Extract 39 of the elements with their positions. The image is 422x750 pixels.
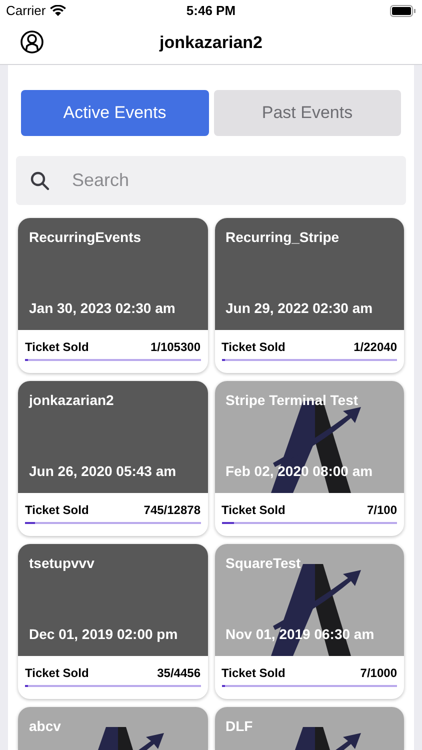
tickets-label: Ticket Sold — [25, 339, 89, 356]
tickets-count: 7/100 — [366, 502, 397, 519]
event-card[interactable]: jonkazarian2 Jun 26, 2020 05:43 am Ticket Sold 745/12878 — [18, 381, 208, 536]
event-title: RecurringEvents — [29, 229, 142, 246]
tickets-label: Ticket Sold — [222, 665, 286, 682]
nav-title: jonkazarian2 — [160, 32, 262, 54]
profile-icon[interactable] — [20, 30, 44, 54]
event-date: Dec 01, 2019 02:00 pm — [29, 626, 179, 643]
event-date: Jun 29, 2022 02:30 am — [226, 300, 374, 317]
event-card[interactable]: RecurringEvents Jan 30, 2023 02:30 am Ticket Sold 1/105300 — [18, 218, 208, 373]
status-time: 5:46 PM — [186, 2, 236, 20]
tickets-label: Ticket Sold — [25, 665, 89, 682]
tickets-count: 7/1000 — [360, 665, 397, 682]
event-title: Recurring_Stripe — [226, 229, 340, 246]
tickets-label: Ticket Sold — [222, 502, 286, 519]
search-icon — [30, 170, 50, 190]
tickets-count: 745/12878 — [144, 502, 200, 519]
event-title: abcv — [29, 718, 62, 736]
event-title: tsetupvvv — [29, 555, 96, 572]
event-date: Jun 26, 2020 05:43 am — [29, 462, 178, 480]
event-card[interactable]: tsetupvvv Dec 01, 2019 02:00 pm Ticket Sold 35/4456 — [18, 544, 208, 699]
segment-tab[interactable]: Past Events — [214, 90, 401, 136]
battery-icon — [390, 5, 416, 17]
tickets-label: Ticket Sold — [25, 502, 89, 519]
tickets-label: Ticket Sold — [222, 339, 286, 356]
event-title: Stripe Terminal Test — [226, 392, 360, 410]
search-input[interactable]: Search — [72, 167, 322, 194]
event-title: SquareTest — [226, 555, 302, 572]
search-field[interactable]: Search — [16, 156, 406, 205]
tickets-count: 1/22040 — [354, 339, 397, 356]
event-title: DLF — [226, 718, 254, 736]
wifi-icon — [50, 5, 66, 17]
event-card[interactable]: Recurring_Stripe Jun 29, 2022 02:30 am Ticket Sold 1/22040 — [214, 218, 404, 373]
carrier-label: Carrier — [6, 2, 46, 20]
segment-tab[interactable]: Active Events — [21, 90, 208, 136]
event-date: Jan 30, 2023 02:30 am — [29, 300, 176, 317]
event-title: jonkazarian2 — [29, 392, 115, 410]
tickets-count: 1/105300 — [150, 339, 200, 356]
tickets-count: 35/4456 — [157, 665, 200, 682]
